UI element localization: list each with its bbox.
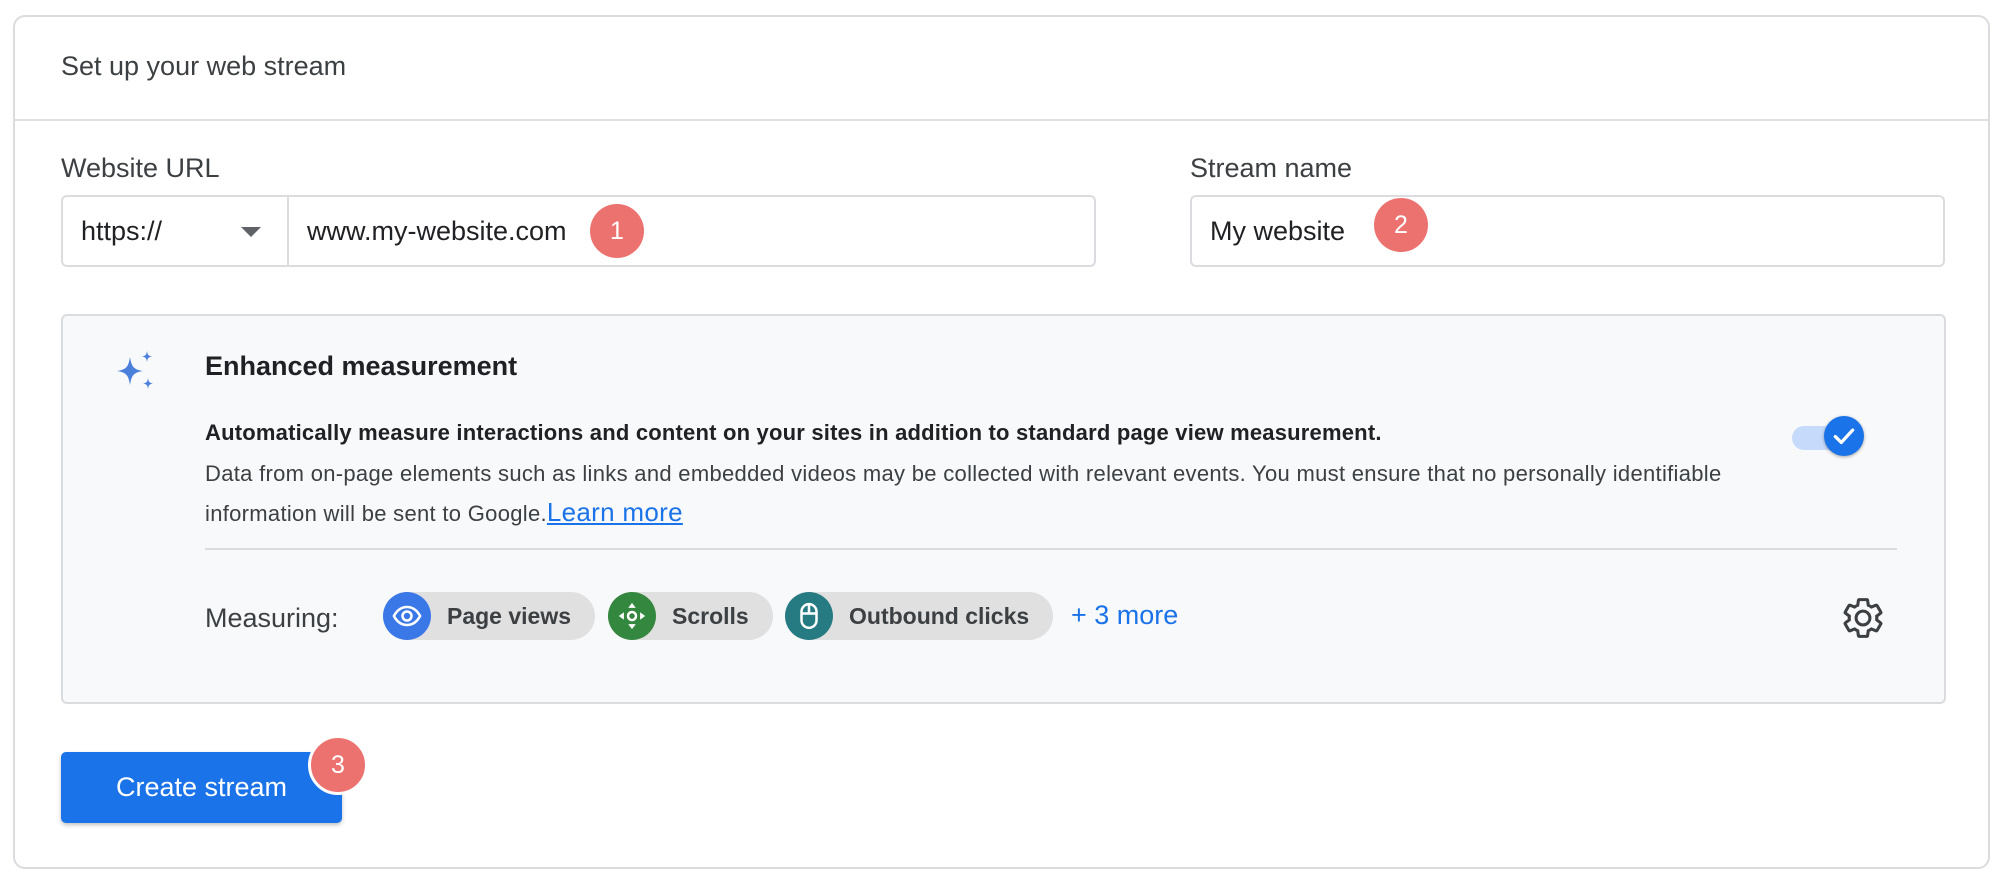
card-header: Set up your web stream [15,17,1988,121]
toggle-knob [1824,416,1864,456]
website-url-field: https:// www.my-website.com [61,195,1096,267]
enhanced-measurement-summary: Automatically measure interactions and c… [205,420,1382,445]
chip-label: Outbound clicks [849,602,1030,629]
chip-scrolls[interactable]: Scrolls [608,592,773,640]
chip-outbound-clicks[interactable]: Outbound clicks [785,592,1054,640]
chip-page-views[interactable]: Page views [383,592,596,640]
step-badge-3: 3 [308,735,368,795]
caret-down-icon [241,227,261,237]
chip-label: Page views [447,602,572,629]
protocol-dropdown[interactable]: https:// [63,197,289,265]
stream-name-input[interactable]: My website [1190,195,1945,267]
eye-icon [383,592,431,640]
page-title: Set up your web stream [61,51,347,81]
scroll-arrows-icon [608,592,656,640]
step-badge-1: 1 [590,204,644,258]
more-measurements-link[interactable]: + 3 more [1071,600,1178,631]
divider [205,548,1897,550]
gear-icon[interactable] [1840,595,1886,641]
enhanced-measurement-toggle[interactable] [1788,416,1864,458]
enhanced-measurement-description: Data from on-page elements such as links… [205,454,1795,533]
website-url-label: Website URL [61,153,220,183]
stream-name-label: Stream name [1190,153,1353,183]
step-badge-2: 2 [1374,198,1428,252]
mouse-icon [785,592,833,640]
web-stream-card: Set up your web stream Website URL https… [13,15,1990,869]
checkmark-icon [1833,428,1855,445]
sparkle-icon [117,351,153,389]
website-url-input[interactable]: www.my-website.com [289,197,1094,265]
enhanced-measurement-panel: Enhanced measurement Automatically measu… [61,314,1946,704]
description-text: Data from on-page elements such as links… [205,461,1722,526]
chip-label: Scrolls [672,602,749,629]
protocol-value: https:// [81,215,163,246]
learn-more-link[interactable]: Learn more [547,497,683,527]
create-stream-button[interactable]: Create stream [61,752,342,823]
enhanced-measurement-title: Enhanced measurement [205,351,518,381]
measuring-label: Measuring: [205,603,339,633]
